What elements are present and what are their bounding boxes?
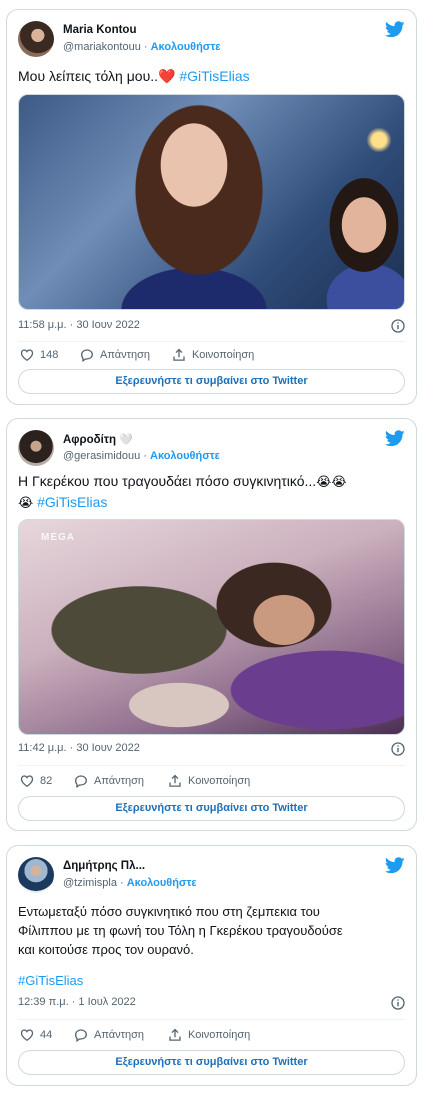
follow-button[interactable]: Ακολουθήστε bbox=[151, 41, 221, 53]
handle-line: @gerasimidouu · Ακολουθήστε bbox=[63, 450, 220, 462]
reply-label: Απάντηση bbox=[94, 775, 144, 787]
timestamp-text[interactable]: 12:39 π.μ. · 1 Ιουλ 2022 bbox=[18, 996, 136, 1008]
like-button[interactable]: 148 bbox=[20, 348, 58, 362]
reply-bubble-icon bbox=[75, 1029, 87, 1042]
reply-button[interactable]: Απάντηση bbox=[74, 774, 144, 788]
info-icon[interactable] bbox=[391, 319, 405, 333]
tweet-timestamp[interactable]: 11:58 μ.μ. · 30 Ιουν 2022 bbox=[18, 319, 405, 335]
like-heart-icon bbox=[20, 349, 34, 361]
timestamp-text[interactable]: 11:58 μ.μ. · 30 Ιουν 2022 bbox=[18, 319, 140, 331]
tweet-timestamp[interactable]: 11:42 μ.μ. · 30 Ιουν 2022 bbox=[18, 742, 405, 758]
info-icon[interactable] bbox=[391, 996, 405, 1010]
reply-label: Απάντηση bbox=[94, 1029, 144, 1041]
tweet-text: Εντωμεταξύ πόσο συγκινητικό που στη ζεμπ… bbox=[18, 902, 405, 990]
tweet-text: Η Γκερέκου που τραγουδάει πόσο συγκινητι… bbox=[18, 471, 405, 513]
tweet-text-line: Εντωμεταξύ πόσο συγκινητικό που στη ζεμπ… bbox=[18, 904, 320, 919]
like-heart-icon bbox=[20, 775, 34, 787]
tweet-text: Μου λείπεις τόλη μου..❤️ #GiTisElias bbox=[18, 66, 405, 86]
display-name-text[interactable]: Αφροδίτη bbox=[63, 434, 116, 446]
reply-bubble-icon bbox=[81, 349, 93, 362]
share-icon bbox=[169, 774, 181, 787]
like-count: 148 bbox=[40, 349, 59, 361]
share-button[interactable]: Κοινοποίηση bbox=[168, 774, 250, 788]
follow-button[interactable]: Ακολουθήστε bbox=[150, 450, 220, 462]
handle-line: @mariakontouu · Ακολουθήστε bbox=[63, 41, 221, 53]
tweet-card[interactable]: Αφροδίτη 🤍 @gerasimidouu · Ακολουθήστε Η … bbox=[6, 418, 417, 831]
white-heart-emoji: 🤍 bbox=[119, 434, 133, 446]
tweet-text-line: Φίλιππου με τη φωνή του Τόλη η Γκερέκου … bbox=[18, 923, 343, 938]
hashtag-link[interactable]: #GiTisElias bbox=[37, 494, 107, 510]
like-button[interactable]: 44 bbox=[20, 1028, 52, 1042]
tweet-header: Αφροδίτη 🤍 @gerasimidouu · Ακολουθήστε bbox=[18, 428, 405, 468]
tweet-text-line: και κοιτούσε προς τον ουρανό. bbox=[18, 942, 194, 957]
tweet-actions: 148 Απάντηση Κοινοποίηση bbox=[18, 348, 405, 366]
twitter-bird-icon[interactable] bbox=[385, 857, 405, 874]
divider bbox=[18, 341, 405, 342]
share-button[interactable]: Κοινοποίηση bbox=[168, 1028, 250, 1042]
tweet-header: Δημήτρης Πλ... @tzimispla · Ακολουθήστε bbox=[18, 855, 405, 895]
follow-button[interactable]: Ακολουθήστε bbox=[127, 877, 197, 889]
like-count: 44 bbox=[40, 1029, 53, 1041]
tweet-image[interactable] bbox=[18, 94, 405, 310]
tweet-text-body: Μου λείπεις τόλη μου.. bbox=[18, 68, 159, 84]
info-icon[interactable] bbox=[391, 742, 405, 756]
twitter-bird-icon[interactable] bbox=[385, 430, 405, 447]
like-count: 82 bbox=[40, 775, 53, 787]
display-name[interactable]: Maria Kontou bbox=[63, 24, 136, 36]
explore-twitter-button[interactable]: Εξερευνήστε τι συμβαίνει στο Twitter bbox=[18, 369, 405, 394]
reply-button[interactable]: Απάντηση bbox=[80, 348, 150, 362]
tweet-image[interactable]: MEGA bbox=[18, 519, 405, 735]
like-button[interactable]: 82 bbox=[20, 774, 52, 788]
tweet-actions: 82 Απάντηση Κοινοποίηση bbox=[18, 774, 405, 792]
explore-twitter-button[interactable]: Εξερευνήστε τι συμβαίνει στο Twitter bbox=[18, 1050, 405, 1075]
share-icon bbox=[173, 348, 185, 361]
display-name[interactable]: Αφροδίτη 🤍 bbox=[63, 433, 133, 446]
share-label: Κοινοποίηση bbox=[188, 775, 251, 787]
display-name[interactable]: Δημήτρης Πλ... bbox=[63, 860, 145, 872]
red-heart-emoji: ❤️ bbox=[158, 68, 176, 84]
handle[interactable]: @mariakontouu bbox=[63, 41, 141, 53]
handle[interactable]: @tzimispla bbox=[63, 877, 117, 889]
crying-face-emoji: 😭😭 bbox=[316, 474, 347, 489]
share-label: Κοινοποίηση bbox=[188, 1029, 251, 1041]
tv-channel-logo: MEGA bbox=[41, 532, 75, 543]
hashtag-link[interactable]: #GiTisElias bbox=[18, 973, 83, 988]
timestamp-text[interactable]: 11:42 μ.μ. · 30 Ιουν 2022 bbox=[18, 742, 140, 754]
tweet-card[interactable]: Maria Kontou @mariakontouu · Ακολουθήστε… bbox=[6, 9, 417, 405]
tweet-text-body: Η Γκερέκου που τραγουδάει πόσο συγκινητι… bbox=[18, 473, 317, 489]
share-icon bbox=[169, 1028, 181, 1041]
tweet-actions: 44 Απάντηση Κοινοποίηση bbox=[18, 1028, 405, 1046]
handle[interactable]: @gerasimidouu bbox=[63, 450, 140, 462]
handle-line: @tzimispla · Ακολουθήστε bbox=[63, 877, 197, 889]
crying-face-emoji: 😭 bbox=[18, 495, 34, 510]
display-name-text[interactable]: Δημήτρης Πλ... bbox=[63, 860, 145, 872]
tweet-header: Maria Kontou @mariakontouu · Ακολουθήστε bbox=[18, 19, 405, 59]
divider bbox=[18, 765, 405, 766]
tweet-timestamp[interactable]: 12:39 π.μ. · 1 Ιουλ 2022 bbox=[18, 996, 405, 1012]
share-button[interactable]: Κοινοποίηση bbox=[172, 348, 254, 362]
share-label: Κοινοποίηση bbox=[192, 349, 255, 361]
twitter-bird-icon[interactable] bbox=[385, 21, 405, 38]
hashtag-link[interactable]: #GiTisElias bbox=[179, 68, 249, 84]
explore-twitter-button[interactable]: Εξερευνήστε τι συμβαίνει στο Twitter bbox=[18, 796, 405, 821]
avatar[interactable] bbox=[18, 857, 54, 893]
reply-label: Απάντηση bbox=[100, 349, 150, 361]
like-heart-icon bbox=[20, 1029, 34, 1041]
tweet-card[interactable]: Δημήτρης Πλ... @tzimispla · Ακολουθήστε … bbox=[6, 845, 417, 1086]
display-name-text[interactable]: Maria Kontou bbox=[63, 24, 136, 36]
reply-bubble-icon bbox=[75, 775, 87, 788]
divider bbox=[18, 1019, 405, 1020]
avatar[interactable] bbox=[18, 430, 54, 466]
avatar[interactable] bbox=[18, 21, 54, 57]
reply-button[interactable]: Απάντηση bbox=[74, 1028, 144, 1042]
